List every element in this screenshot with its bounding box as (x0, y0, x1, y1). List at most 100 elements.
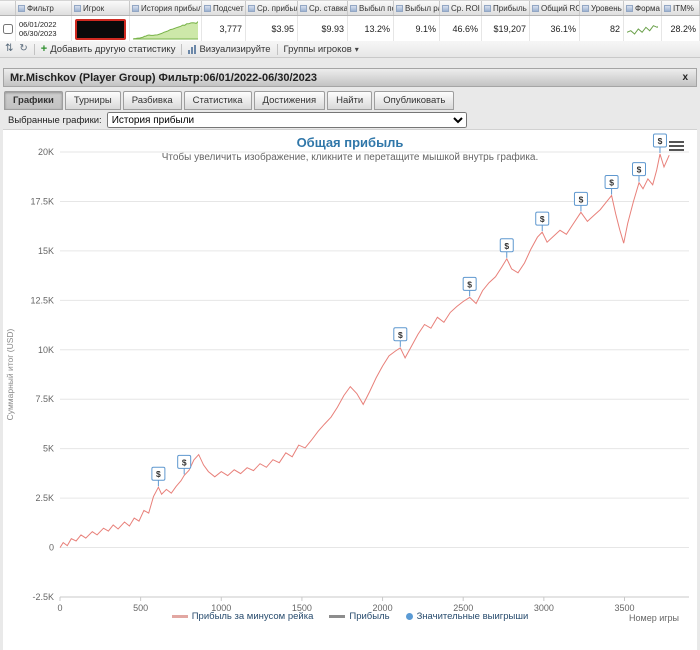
svg-text:10K: 10K (38, 345, 54, 355)
column-filter-icon (664, 4, 671, 12)
profit-chart[interactable]: -2.5K02.5K5K7.5K10K12.5K15K17.5K20K0 500 1… (3, 130, 697, 650)
legend-dot-symbol (405, 613, 413, 620)
svg-text:$: $ (467, 279, 472, 289)
column-header[interactable]: Ср. ставка (298, 1, 348, 15)
column-header[interactable]: Уровень (580, 1, 624, 15)
profit-history-sparkline (133, 21, 198, 40)
legend-line-symbol (171, 615, 188, 618)
svg-text:17.5K: 17.5K (30, 196, 54, 206)
column-header[interactable]: Выбыл поз. (348, 1, 394, 15)
graph-select-row: Выбранные графики: История прибыли (3, 111, 697, 130)
column-filter-icon (396, 4, 403, 12)
svg-text:-2.5K: -2.5K (32, 592, 54, 602)
table-row[interactable]: 06/01/2022 06/30/2023 3,777 $3.95 $9.93 … (0, 16, 700, 43)
plus-icon: + (40, 43, 48, 55)
filter-dates-cell: 06/01/2022 06/30/2023 (16, 16, 72, 42)
column-filter-icon (532, 4, 539, 12)
toolbar-divider (181, 43, 183, 55)
bar-chart-icon (188, 44, 197, 54)
legend-item-profit-minus-rake[interactable]: Прибыль за минусом рейка (171, 611, 313, 622)
tab-publish[interactable]: Опубликовать (374, 91, 455, 110)
row-checkbox[interactable] (3, 24, 13, 34)
player-groups-button[interactable]: Группы игроков ▾ (284, 44, 359, 55)
itm-cell: 28.2% (662, 16, 700, 42)
panel-title: Mr.Mischkov (Player Group) Фильтр:06/01/… (10, 71, 318, 84)
avg-roi-cell: 46.6% (440, 16, 482, 42)
column-label: Прибыль (493, 3, 527, 13)
chart-legend: Прибыль за минусом рейка Прибыль Значите… (3, 611, 697, 622)
column-header[interactable]: Игрок (72, 1, 130, 15)
visualize-label: Визуализируйте (199, 43, 271, 55)
column-filter-icon (626, 4, 633, 12)
player-groups-label: Группы игроков (283, 43, 352, 55)
svg-text:$: $ (637, 165, 642, 175)
profit-history-cell (130, 16, 202, 42)
column-header[interactable]: Форма (624, 1, 662, 15)
chevron-down-icon: ▾ (354, 44, 359, 54)
svg-text:5K: 5K (43, 444, 54, 454)
legend-item-profit[interactable]: Прибыль (329, 611, 390, 622)
tab-tournaments[interactable]: Турниры (64, 91, 121, 110)
table-header-row: Фильтр Игрок История прибыли Подсчет Ср.… (0, 0, 700, 16)
column-header[interactable]: Общий ROI (530, 1, 580, 15)
column-filter-icon (204, 4, 211, 12)
svg-text:$: $ (182, 457, 187, 467)
filter-date-to: 06/30/2023 (19, 29, 57, 38)
graph-select-label: Выбранные графики: (8, 114, 102, 126)
add-statistic-label: Добавить другую статистику (50, 43, 176, 55)
legend-label: Значительные выигрыши (416, 611, 529, 622)
column-label: Ср. ROI (451, 3, 480, 13)
avg-profit-cell: $3.95 (246, 16, 298, 42)
column-label: ITM% (673, 3, 694, 13)
player-name-redacted (75, 18, 126, 40)
profit-cell: $19,207 (482, 16, 530, 42)
graph-type-select[interactable]: История прибыли (106, 112, 467, 128)
form-sparkline (627, 25, 658, 35)
column-label: Игрок (83, 3, 105, 13)
svg-text:$: $ (398, 330, 403, 340)
svg-text:$: $ (658, 136, 663, 146)
row-checkbox-cell (0, 16, 16, 42)
close-icon[interactable]: x (680, 72, 690, 83)
column-filter-icon (18, 4, 25, 12)
column-header[interactable]: Прибыль (482, 1, 530, 15)
column-label: Фильтр (27, 3, 54, 13)
column-header[interactable]: История прибыли (130, 1, 202, 15)
column-filter-icon (350, 4, 357, 12)
tab-statistics[interactable]: Статистика (183, 91, 252, 110)
column-label: Форма (635, 3, 660, 13)
tab-find[interactable]: Найти (327, 91, 373, 110)
tab-achievements[interactable]: Достижения (253, 91, 326, 110)
player-cell (72, 16, 130, 42)
column-header[interactable]: Выбыл ран. (394, 1, 440, 15)
svg-text:$: $ (540, 214, 545, 224)
tab-breakdown[interactable]: Разбивка (122, 91, 182, 110)
column-filter-icon (248, 4, 255, 12)
column-header[interactable]: Ср. прибыль (246, 1, 298, 15)
column-header[interactable]: Фильтр (16, 1, 72, 15)
add-statistic-button[interactable]: + Добавить другую статистику (41, 44, 176, 55)
svg-text:2.5K: 2.5K (35, 493, 54, 503)
tab-charts[interactable]: Графики (4, 91, 63, 110)
form-cell (624, 16, 662, 42)
column-header[interactable]: ITM% (662, 1, 700, 15)
sort-icon[interactable]: ⇅ (5, 44, 13, 54)
count-cell: 3,777 (202, 16, 246, 42)
column-header[interactable]: Подсчет (202, 1, 246, 15)
toolbar: ⇅ ↻ + Добавить другую статистику Визуали… (0, 41, 700, 58)
avg-stake-cell: $9.93 (298, 16, 348, 42)
column-header[interactable]: Ср. ROI (440, 1, 482, 15)
legend-item-significant-wins[interactable]: Значительные выигрыши (405, 611, 529, 622)
column-label: История прибыли (141, 3, 202, 13)
visualize-button[interactable]: Визуализируйте (188, 43, 271, 55)
svg-text:7.5K: 7.5K (35, 394, 54, 404)
column-header-checkbox (0, 1, 16, 15)
refresh-icon[interactable]: ↻ (19, 44, 27, 54)
profit-chart-panel: Общая прибыль Чтобы увеличить изображени… (3, 130, 697, 650)
column-label: Подсчет (213, 3, 244, 13)
busted-late-cell: 13.2% (348, 16, 394, 42)
svg-text:$: $ (156, 469, 161, 479)
column-label: Ср. ставка (309, 3, 348, 13)
column-filter-icon (582, 4, 589, 12)
svg-text:20K: 20K (38, 147, 54, 157)
